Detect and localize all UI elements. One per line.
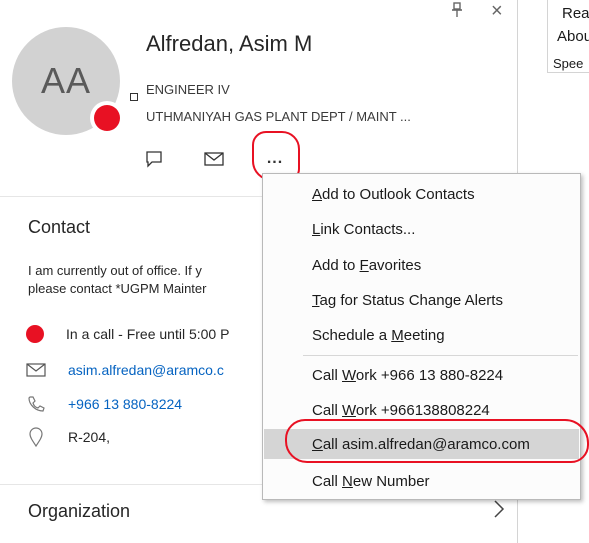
presence-status-row: In a call - Free until 5:00 P <box>26 323 229 345</box>
phone-row[interactable]: +966 13 880-8224 <box>26 393 182 415</box>
department: UTHMANIYAH GAS PLANT DEPT / MAINT ... <box>146 109 411 124</box>
menu-item-add-to-favorites[interactable]: Add to Favorites <box>264 250 579 280</box>
ribbon-label-speech: Spee <box>553 56 584 71</box>
chevron-right-icon[interactable] <box>493 499 505 525</box>
divider <box>547 0 548 72</box>
menu-item-label: Add to Favorites <box>312 256 422 274</box>
out-of-office-message: I am currently out of office. If y pleas… <box>28 263 207 296</box>
location-text: R-204, <box>68 429 111 445</box>
menu-item-tag-status-alerts[interactable]: Tag for Status Change Alerts <box>264 285 579 315</box>
envelope-icon[interactable] <box>203 148 225 170</box>
ribbon-label-about: Abou <box>557 28 589 45</box>
small-checkbox-icon <box>130 93 138 101</box>
avatar-initials: AA <box>40 60 92 101</box>
menu-item-call-new-number[interactable]: Call New Number <box>264 466 579 496</box>
chat-bubble-icon[interactable] <box>143 148 165 170</box>
busy-status-icon <box>26 325 44 343</box>
menu-item-label: Call Work +966138808224 <box>312 401 490 419</box>
email-row[interactable]: asim.alfredan@aramco.c <box>26 359 224 381</box>
ribbon-label-read: Rea <box>562 5 589 22</box>
location-row: R-204, <box>26 426 110 448</box>
close-icon[interactable]: × <box>491 1 503 21</box>
menu-item-call-work-1[interactable]: Call Work +966 13 880-8224 <box>264 360 579 390</box>
contact-name: Alfredan, Asim M <box>146 31 313 56</box>
location-pin-icon <box>26 427 46 447</box>
menu-item-label: Add to Outlook Contacts <box>312 185 475 203</box>
menu-item-schedule-meeting[interactable]: Schedule a Meeting <box>264 320 579 350</box>
menu-separator <box>303 355 578 356</box>
presence-status-text: In a call - Free until 5:00 P <box>66 326 230 342</box>
menu-item-label: Tag for Status Change Alerts <box>312 291 503 309</box>
menu-item-add-to-outlook-contacts[interactable]: Add to Outlook Contacts <box>264 179 579 209</box>
menu-item-label: Call New Number <box>312 472 430 490</box>
menu-item-label: Schedule a Meeting <box>312 326 445 344</box>
contact-section-heading: Contact <box>28 217 91 237</box>
envelope-icon <box>26 363 46 377</box>
menu-item-link-contacts[interactable]: Link Contacts... <box>264 214 579 244</box>
phone-icon <box>26 395 46 413</box>
divider <box>547 72 589 73</box>
job-title: ENGINEER IV <box>146 82 230 97</box>
pin-icon[interactable] <box>451 2 463 22</box>
presence-busy-icon <box>90 101 124 135</box>
organization-section-heading[interactable]: Organization <box>28 501 130 522</box>
email-link[interactable]: asim.alfredan@aramco.c <box>68 362 224 378</box>
phone-link[interactable]: +966 13 880-8224 <box>68 396 182 412</box>
menu-item-label: Link Contacts... <box>312 220 416 238</box>
call-email-highlight <box>285 419 589 463</box>
menu-item-label: Call Work +966 13 880-8224 <box>312 366 504 384</box>
